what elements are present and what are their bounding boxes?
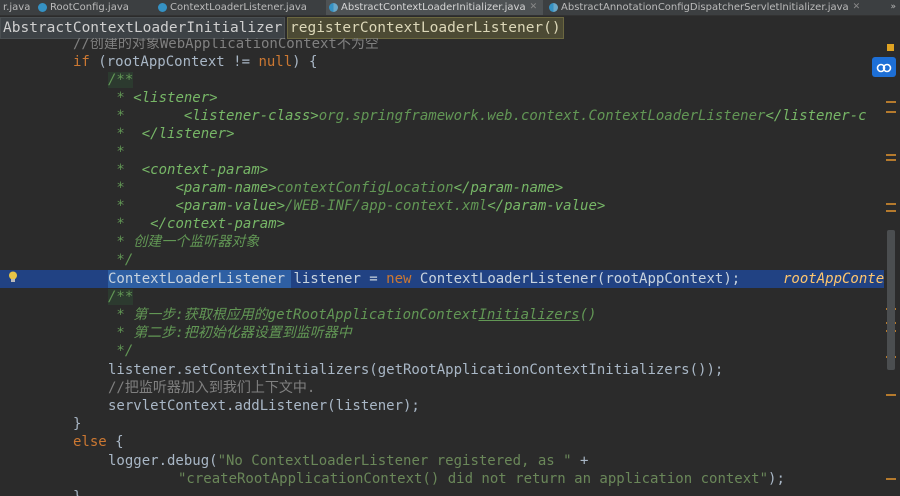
inline-value-hint: rootAppContex (783, 271, 893, 287)
code-line: * <listener> (108, 90, 218, 106)
tab-abstractannotationconfig[interactable]: AbstractAnnotationConfigDispatcherServle… (546, 0, 860, 15)
warning-marker[interactable] (886, 154, 896, 156)
tab-abstractcontextloaderinitializer[interactable]: AbstractContextLoaderInitializer.java ✕ (326, 0, 543, 15)
breadcrumb: AbstractContextLoaderInitializer registe… (0, 16, 900, 39)
close-icon[interactable]: ✕ (530, 0, 538, 15)
java-class-icon (158, 3, 167, 12)
code-line: */ (108, 252, 134, 268)
code-line: */ (108, 343, 134, 359)
code-line: * <listener-class>org.springframework.we… (108, 108, 867, 124)
code-line: //创建的对象WebApplicationContext不为空 (73, 38, 379, 52)
inspection-status-icon[interactable] (887, 44, 894, 51)
breadcrumb-class[interactable]: AbstractContextLoaderInitializer (0, 17, 286, 39)
code-line: else { (73, 434, 124, 450)
tab-label: ContextLoaderListener.java (170, 2, 307, 13)
tab-contextloaderlistener[interactable]: ContextLoaderListener.java (155, 0, 307, 15)
code-line: * <context-param> (108, 162, 269, 178)
warning-marker[interactable] (886, 478, 896, 480)
code-line: "createRootApplicationContext() did not … (178, 471, 785, 487)
warning-marker[interactable] (886, 159, 896, 161)
code-line: //把监听器加入到我们上下文中. (108, 380, 316, 396)
editor-tab-bar: r.java RootConfig.java ContextLoaderList… (0, 0, 900, 16)
code-line: logger.debug("No ContextLoaderListener r… (108, 453, 589, 469)
abstract-class-icon (549, 3, 558, 12)
code-line: * </context-param> (108, 216, 286, 232)
code-line: /** (108, 72, 134, 88)
tab-r-java[interactable]: r.java (0, 0, 30, 15)
lightbulb-icon[interactable] (8, 271, 18, 283)
tab-label: AbstractAnnotationConfigDispatcherServle… (561, 2, 849, 13)
warning-marker[interactable] (886, 101, 896, 103)
close-icon[interactable]: ✕ (853, 0, 861, 15)
tab-label: AbstractContextLoaderInitializer.java (341, 2, 526, 13)
code-line: * 第二步:把初始化器设置到监听器中 (108, 325, 352, 341)
code-line: servletContext.addListener(listener); (108, 398, 420, 414)
code-editor[interactable]: //创建的对象WebApplicationContext不为空 if (root… (0, 38, 900, 496)
scrollbar-thumb[interactable] (887, 230, 895, 370)
code-line: if (rootAppContext != null) { (73, 54, 318, 70)
code-line: * </listener> (108, 126, 235, 142)
warning-marker[interactable] (886, 203, 896, 205)
code-line: } (73, 416, 82, 432)
code-line: /** (108, 289, 134, 305)
tab-label: RootConfig.java (50, 2, 129, 13)
code-line: } (73, 488, 81, 496)
cloud-sync-icon[interactable] (872, 57, 896, 77)
tab-label: r.java (3, 2, 31, 13)
tab-rootconfig[interactable]: RootConfig.java (35, 0, 129, 15)
code-line: * <param-value>/WEB-INF/app-context.xml<… (108, 198, 606, 214)
code-line: * (108, 144, 125, 160)
warning-marker[interactable] (886, 111, 896, 113)
code-line: listener.setContextInitializers(getRootA… (108, 362, 724, 378)
code-line: * 第一步:获取根应用的getRootApplicationContextIni… (108, 307, 597, 323)
code-line: * 创建一个监听器对象 (108, 234, 260, 250)
code-line: * <param-name>contextConfigLocation</par… (108, 180, 564, 196)
chevron-right-icon: » (890, 2, 896, 12)
warning-marker[interactable] (886, 394, 896, 396)
breadcrumb-method[interactable]: registerContextLoaderListener() (287, 17, 564, 39)
tab-overflow-menu[interactable]: » (890, 0, 896, 15)
warning-marker[interactable] (886, 210, 896, 212)
abstract-class-icon (329, 3, 338, 12)
code-line-current: ContextLoaderListener listener = new Con… (108, 271, 741, 287)
java-class-icon (38, 3, 47, 12)
